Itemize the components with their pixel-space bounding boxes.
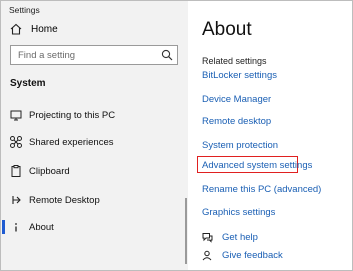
search-input[interactable]: Find a setting — [10, 45, 178, 65]
sidebar-item-about[interactable]: About — [1, 217, 188, 237]
get-help-label: Get help — [222, 232, 258, 243]
section-heading-system: System — [10, 78, 46, 89]
feedback-icon — [202, 250, 212, 261]
home-nav-item[interactable]: Home — [9, 21, 58, 37]
help-chat-icon — [202, 233, 213, 243]
shared-experiences-icon — [10, 136, 22, 148]
sidebar: Settings Home Find a setting System Proj… — [1, 1, 188, 270]
give-feedback-label: Give feedback — [222, 250, 283, 261]
sidebar-item-remote-desktop[interactable]: Remote Desktop — [1, 190, 188, 210]
related-settings-heading: Related settings — [202, 56, 267, 66]
graphics-settings-link[interactable]: Graphics settings — [202, 207, 275, 218]
remote-desktop-icon — [12, 196, 21, 204]
get-help-link[interactable]: Get help — [202, 232, 258, 243]
home-icon — [10, 23, 22, 35]
sidebar-item-label: Shared experiences — [29, 136, 114, 148]
sidebar-item-label: Remote Desktop — [29, 194, 100, 206]
give-feedback-link[interactable]: Give feedback — [202, 250, 283, 261]
remote-desktop-link[interactable]: Remote desktop — [202, 116, 271, 127]
rename-pc-link[interactable]: Rename this PC (advanced) — [202, 184, 321, 195]
advanced-system-settings-link[interactable]: Advanced system settings — [202, 160, 312, 171]
info-icon — [15, 223, 17, 232]
sidebar-item-projecting[interactable]: Projecting to this PC — [1, 105, 188, 125]
page-title: About — [202, 19, 252, 40]
sidebar-item-label: Projecting to this PC — [29, 109, 116, 121]
bitlocker-settings-link[interactable]: BitLocker settings — [202, 70, 277, 81]
clipboard-icon — [11, 165, 21, 177]
sidebar-item-clipboard[interactable]: Clipboard — [1, 161, 188, 181]
main-content: About Related settings BitLocker setting… — [188, 1, 352, 270]
sidebar-scrollbar[interactable] — [185, 198, 187, 264]
search-placeholder: Find a setting — [18, 50, 76, 61]
sidebar-item-shared-experiences[interactable]: Shared experiences — [1, 132, 188, 152]
home-label: Home — [31, 23, 58, 35]
search-icon[interactable] — [161, 49, 173, 61]
projector-icon — [10, 110, 22, 121]
active-indicator — [2, 220, 5, 234]
device-manager-link[interactable]: Device Manager — [202, 94, 271, 105]
window-title: Settings — [9, 5, 40, 15]
system-protection-link[interactable]: System protection — [202, 140, 278, 151]
sidebar-item-label: About — [29, 221, 54, 233]
sidebar-item-label: Clipboard — [29, 165, 70, 177]
